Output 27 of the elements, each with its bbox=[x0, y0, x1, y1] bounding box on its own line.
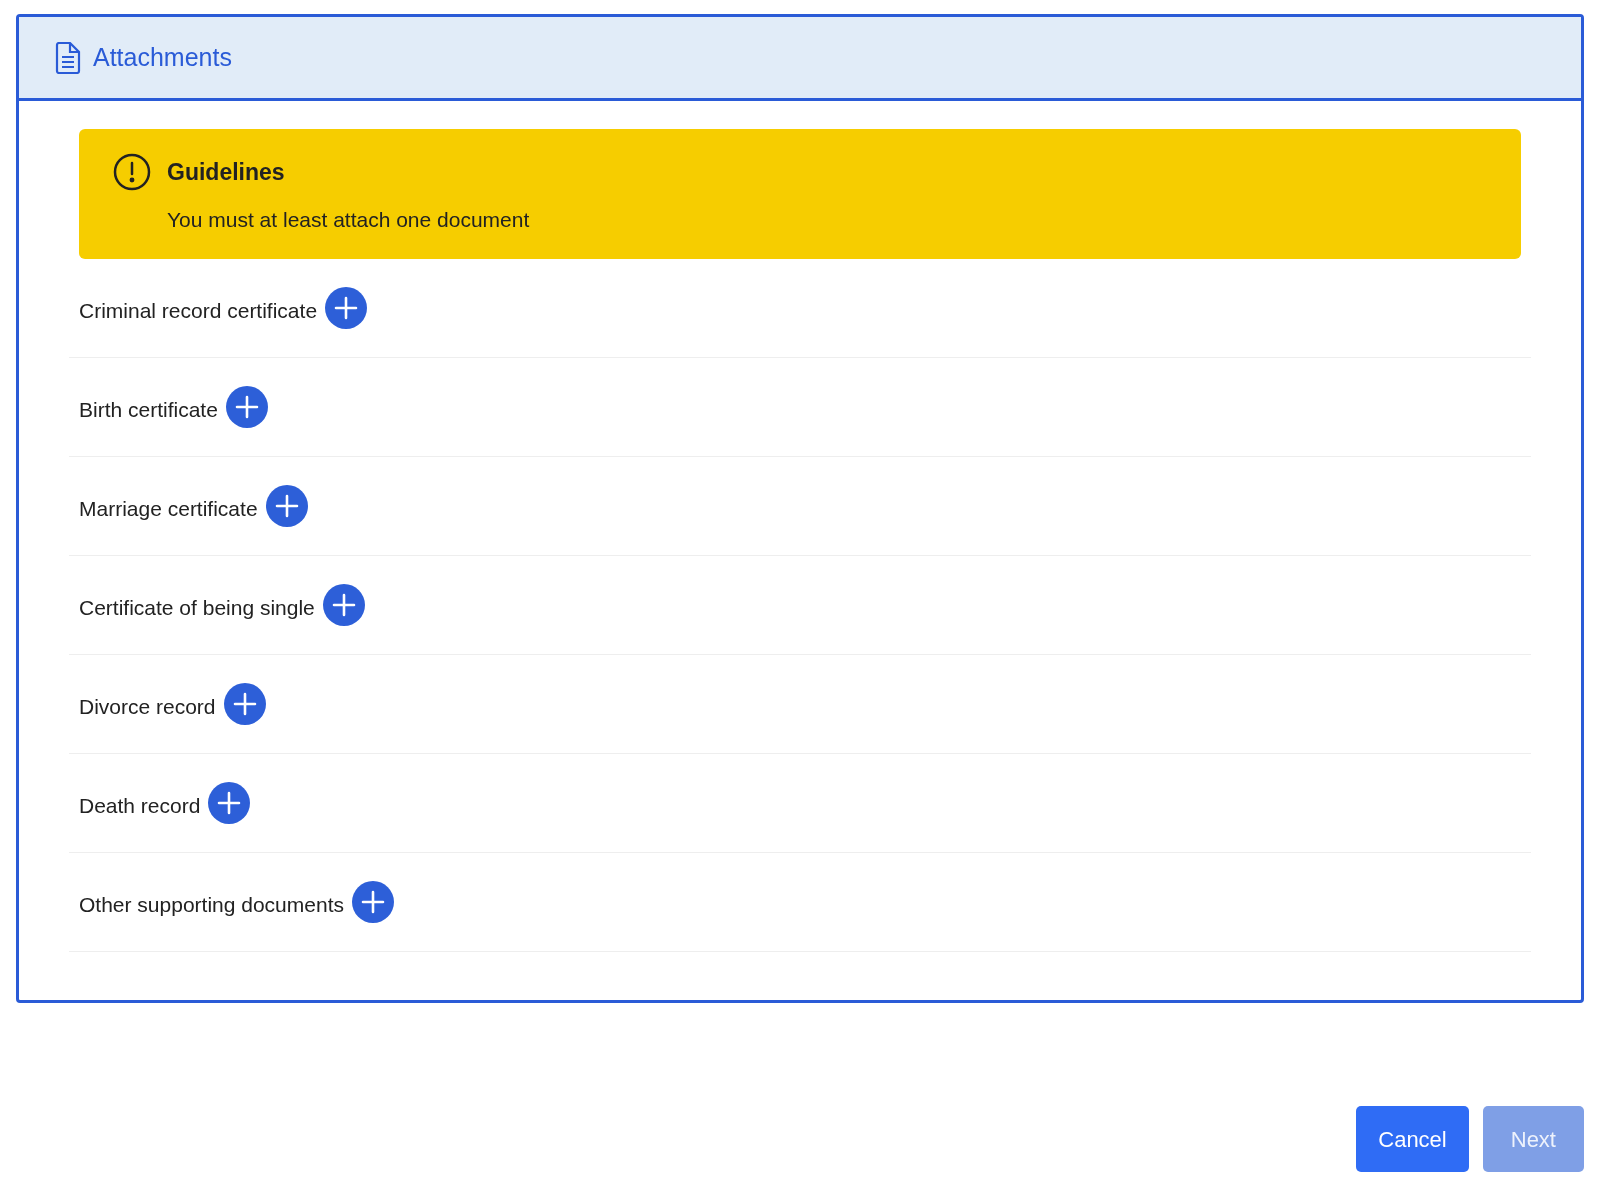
add-button[interactable] bbox=[322, 584, 365, 626]
document-label: Death record bbox=[79, 793, 201, 820]
plus-icon bbox=[234, 395, 259, 419]
plus-icon bbox=[274, 494, 299, 518]
plus-icon bbox=[334, 296, 359, 320]
add-button[interactable] bbox=[223, 683, 266, 725]
document-icon bbox=[55, 41, 81, 74]
plus-icon bbox=[331, 593, 356, 617]
plus-icon bbox=[361, 890, 385, 914]
document-label: Divorce record bbox=[79, 694, 216, 721]
cancel-button[interactable]: Cancel bbox=[1356, 1106, 1469, 1172]
add-button[interactable] bbox=[265, 485, 308, 527]
document-label: Marriage certificate bbox=[79, 496, 258, 523]
add-button[interactable] bbox=[352, 881, 394, 923]
document-label: Certificate of being single bbox=[79, 595, 315, 622]
document-label: Birth certificate bbox=[79, 397, 218, 424]
guidelines-text: You must at least attach one document bbox=[167, 206, 530, 233]
add-button[interactable] bbox=[225, 386, 268, 428]
add-button[interactable] bbox=[325, 287, 368, 329]
panel-title: Attachments bbox=[93, 41, 232, 73]
document-label: Criminal record certificate bbox=[79, 298, 318, 325]
document-label: Other supporting documents bbox=[79, 892, 344, 919]
plus-icon bbox=[232, 692, 257, 716]
guidelines-title: Guidelines bbox=[167, 158, 286, 187]
plus-icon bbox=[217, 791, 242, 815]
exclamation-icon bbox=[113, 153, 151, 191]
add-button[interactable] bbox=[208, 782, 251, 824]
